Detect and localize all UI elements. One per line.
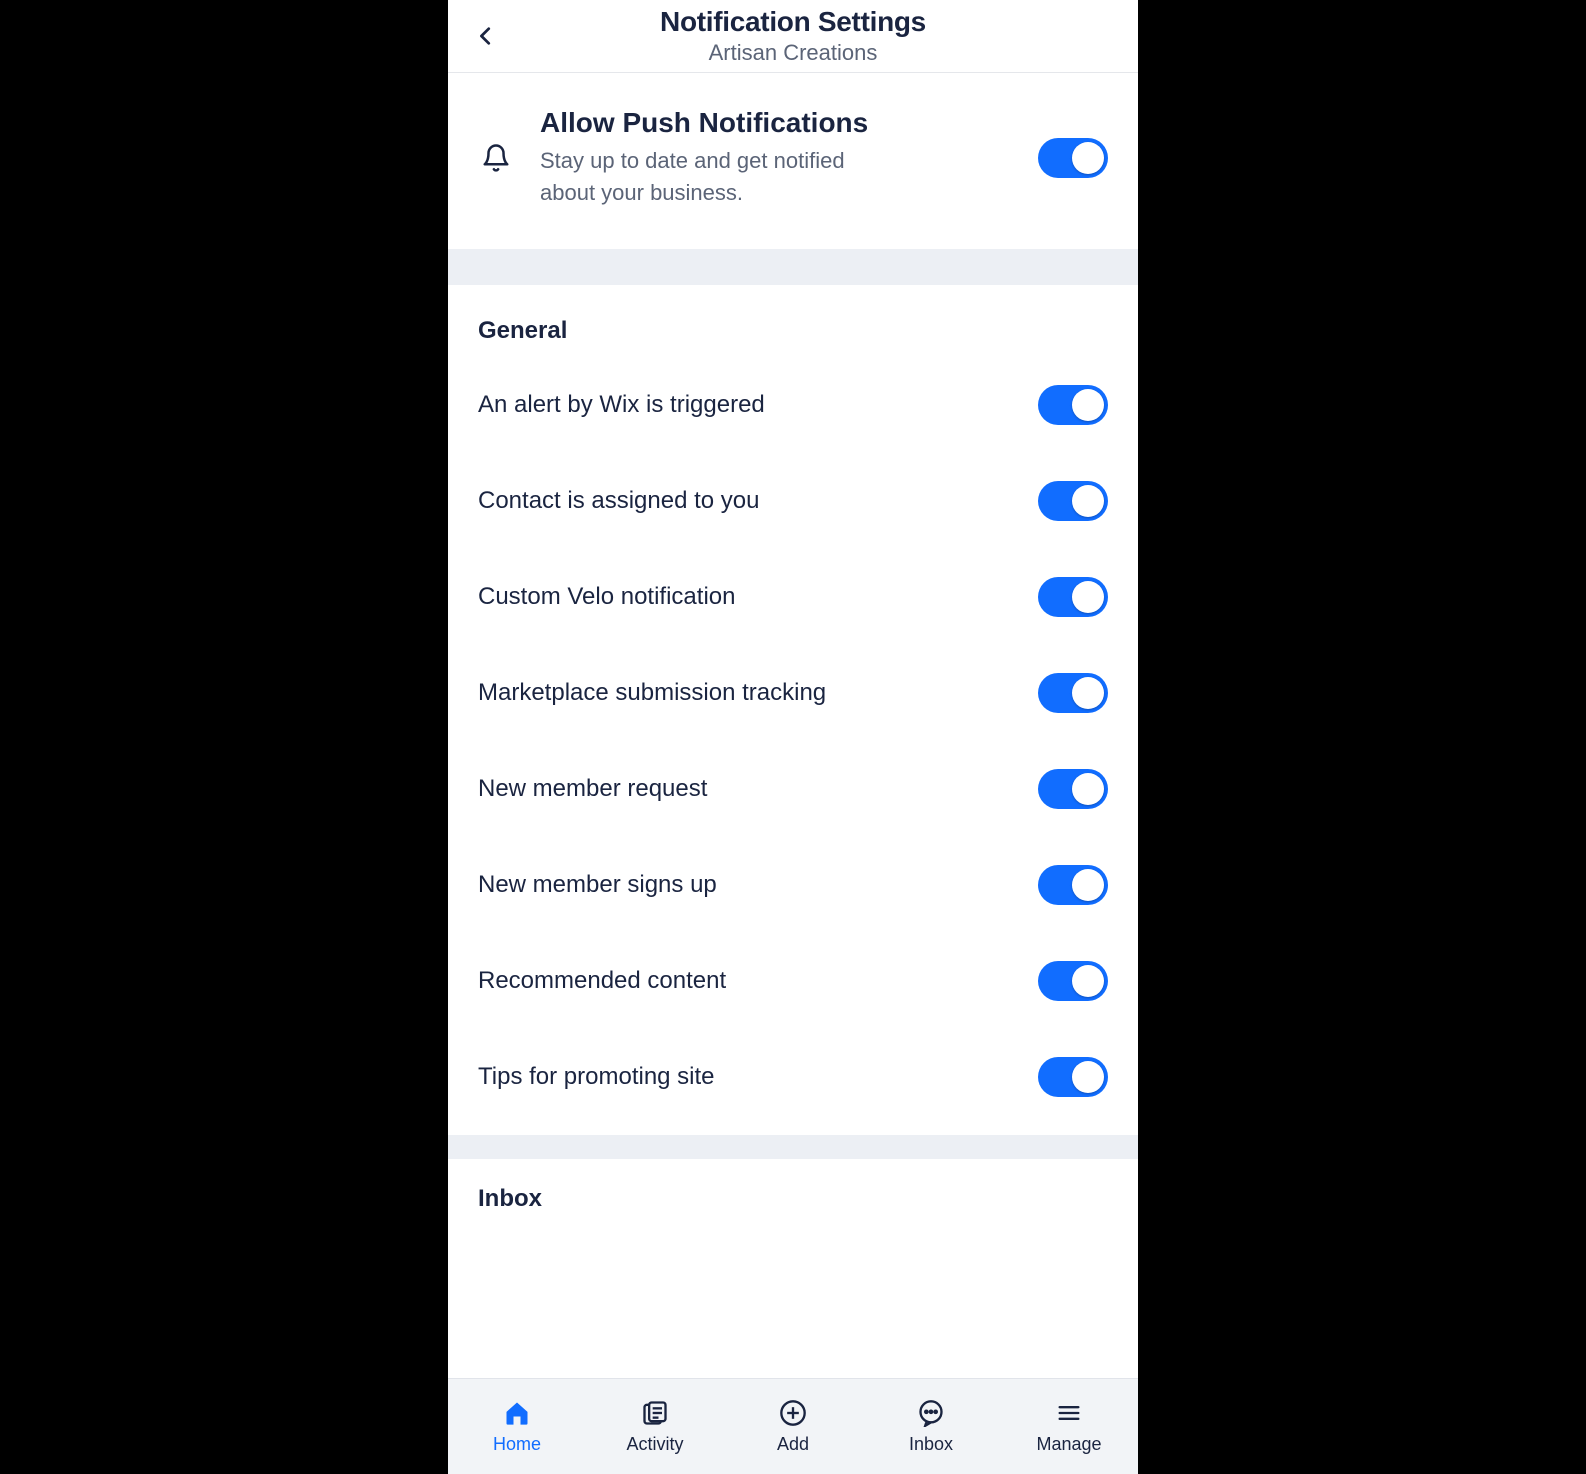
scroll-content: Allow Push Notifications Stay up to date… bbox=[448, 73, 1138, 1378]
toggle-marketplace-tracking[interactable] bbox=[1038, 673, 1108, 713]
bell-icon bbox=[478, 140, 514, 176]
section-divider bbox=[448, 249, 1138, 285]
section-inbox: Inbox bbox=[448, 1159, 1138, 1213]
nav-label: Add bbox=[777, 1434, 809, 1455]
toggle-new-member-signup[interactable] bbox=[1038, 865, 1108, 905]
push-toggle[interactable] bbox=[1038, 138, 1108, 178]
general-row: Custom Velo notification bbox=[478, 549, 1108, 645]
toggle-new-member-request[interactable] bbox=[1038, 769, 1108, 809]
chevron-left-icon bbox=[475, 22, 497, 50]
toggle-contact-assigned[interactable] bbox=[1038, 481, 1108, 521]
chat-icon bbox=[916, 1398, 946, 1428]
nav-add[interactable]: Add bbox=[724, 1379, 862, 1474]
row-label: Recommended content bbox=[478, 967, 726, 995]
toggle-recommended-content[interactable] bbox=[1038, 961, 1108, 1001]
section-divider bbox=[448, 1135, 1138, 1159]
menu-icon bbox=[1054, 1398, 1084, 1428]
page-title: Notification Settings bbox=[448, 6, 1138, 38]
nav-label: Manage bbox=[1036, 1434, 1101, 1455]
general-row: Recommended content bbox=[478, 933, 1108, 1029]
row-label: New member signs up bbox=[478, 871, 717, 899]
nav-activity[interactable]: Activity bbox=[586, 1379, 724, 1474]
row-label: Custom Velo notification bbox=[478, 583, 735, 611]
general-row: Tips for promoting site bbox=[478, 1029, 1108, 1125]
row-label: New member request bbox=[478, 775, 707, 803]
nav-label: Home bbox=[493, 1434, 541, 1455]
nav-label: Inbox bbox=[909, 1434, 953, 1455]
row-label: Contact is assigned to you bbox=[478, 487, 760, 515]
general-row: New member signs up bbox=[478, 837, 1108, 933]
back-button[interactable] bbox=[468, 18, 504, 54]
toggle-custom-velo[interactable] bbox=[1038, 577, 1108, 617]
row-label: Tips for promoting site bbox=[478, 1063, 715, 1091]
row-label: An alert by Wix is triggered bbox=[478, 391, 765, 419]
general-row: An alert by Wix is triggered bbox=[478, 357, 1108, 453]
nav-home[interactable]: Home bbox=[448, 1379, 586, 1474]
general-row: Marketplace submission tracking bbox=[478, 645, 1108, 741]
allow-push-card: Allow Push Notifications Stay up to date… bbox=[448, 73, 1138, 249]
general-row: New member request bbox=[478, 741, 1108, 837]
page-subtitle: Artisan Creations bbox=[448, 40, 1138, 66]
toggle-alert-by-wix[interactable] bbox=[1038, 385, 1108, 425]
section-general: General An alert by Wix is triggered Con… bbox=[448, 285, 1138, 1135]
nav-manage[interactable]: Manage bbox=[1000, 1379, 1138, 1474]
push-title: Allow Push Notifications bbox=[540, 107, 1012, 139]
header-bar: Notification Settings Artisan Creations bbox=[448, 0, 1138, 73]
toggle-tips-promoting[interactable] bbox=[1038, 1057, 1108, 1097]
bottom-nav: Home Activity Add I bbox=[448, 1378, 1138, 1474]
activity-icon bbox=[640, 1398, 670, 1428]
add-icon bbox=[778, 1398, 808, 1428]
section-title-general: General bbox=[478, 317, 1108, 345]
general-row: Contact is assigned to you bbox=[478, 453, 1108, 549]
section-title-inbox: Inbox bbox=[478, 1185, 1108, 1213]
nav-inbox[interactable]: Inbox bbox=[862, 1379, 1000, 1474]
row-label: Marketplace submission tracking bbox=[478, 679, 826, 707]
nav-label: Activity bbox=[626, 1434, 683, 1455]
home-icon bbox=[502, 1398, 532, 1428]
push-description: Stay up to date and get notified about y… bbox=[540, 145, 900, 209]
app-screen: Notification Settings Artisan Creations … bbox=[448, 0, 1138, 1474]
